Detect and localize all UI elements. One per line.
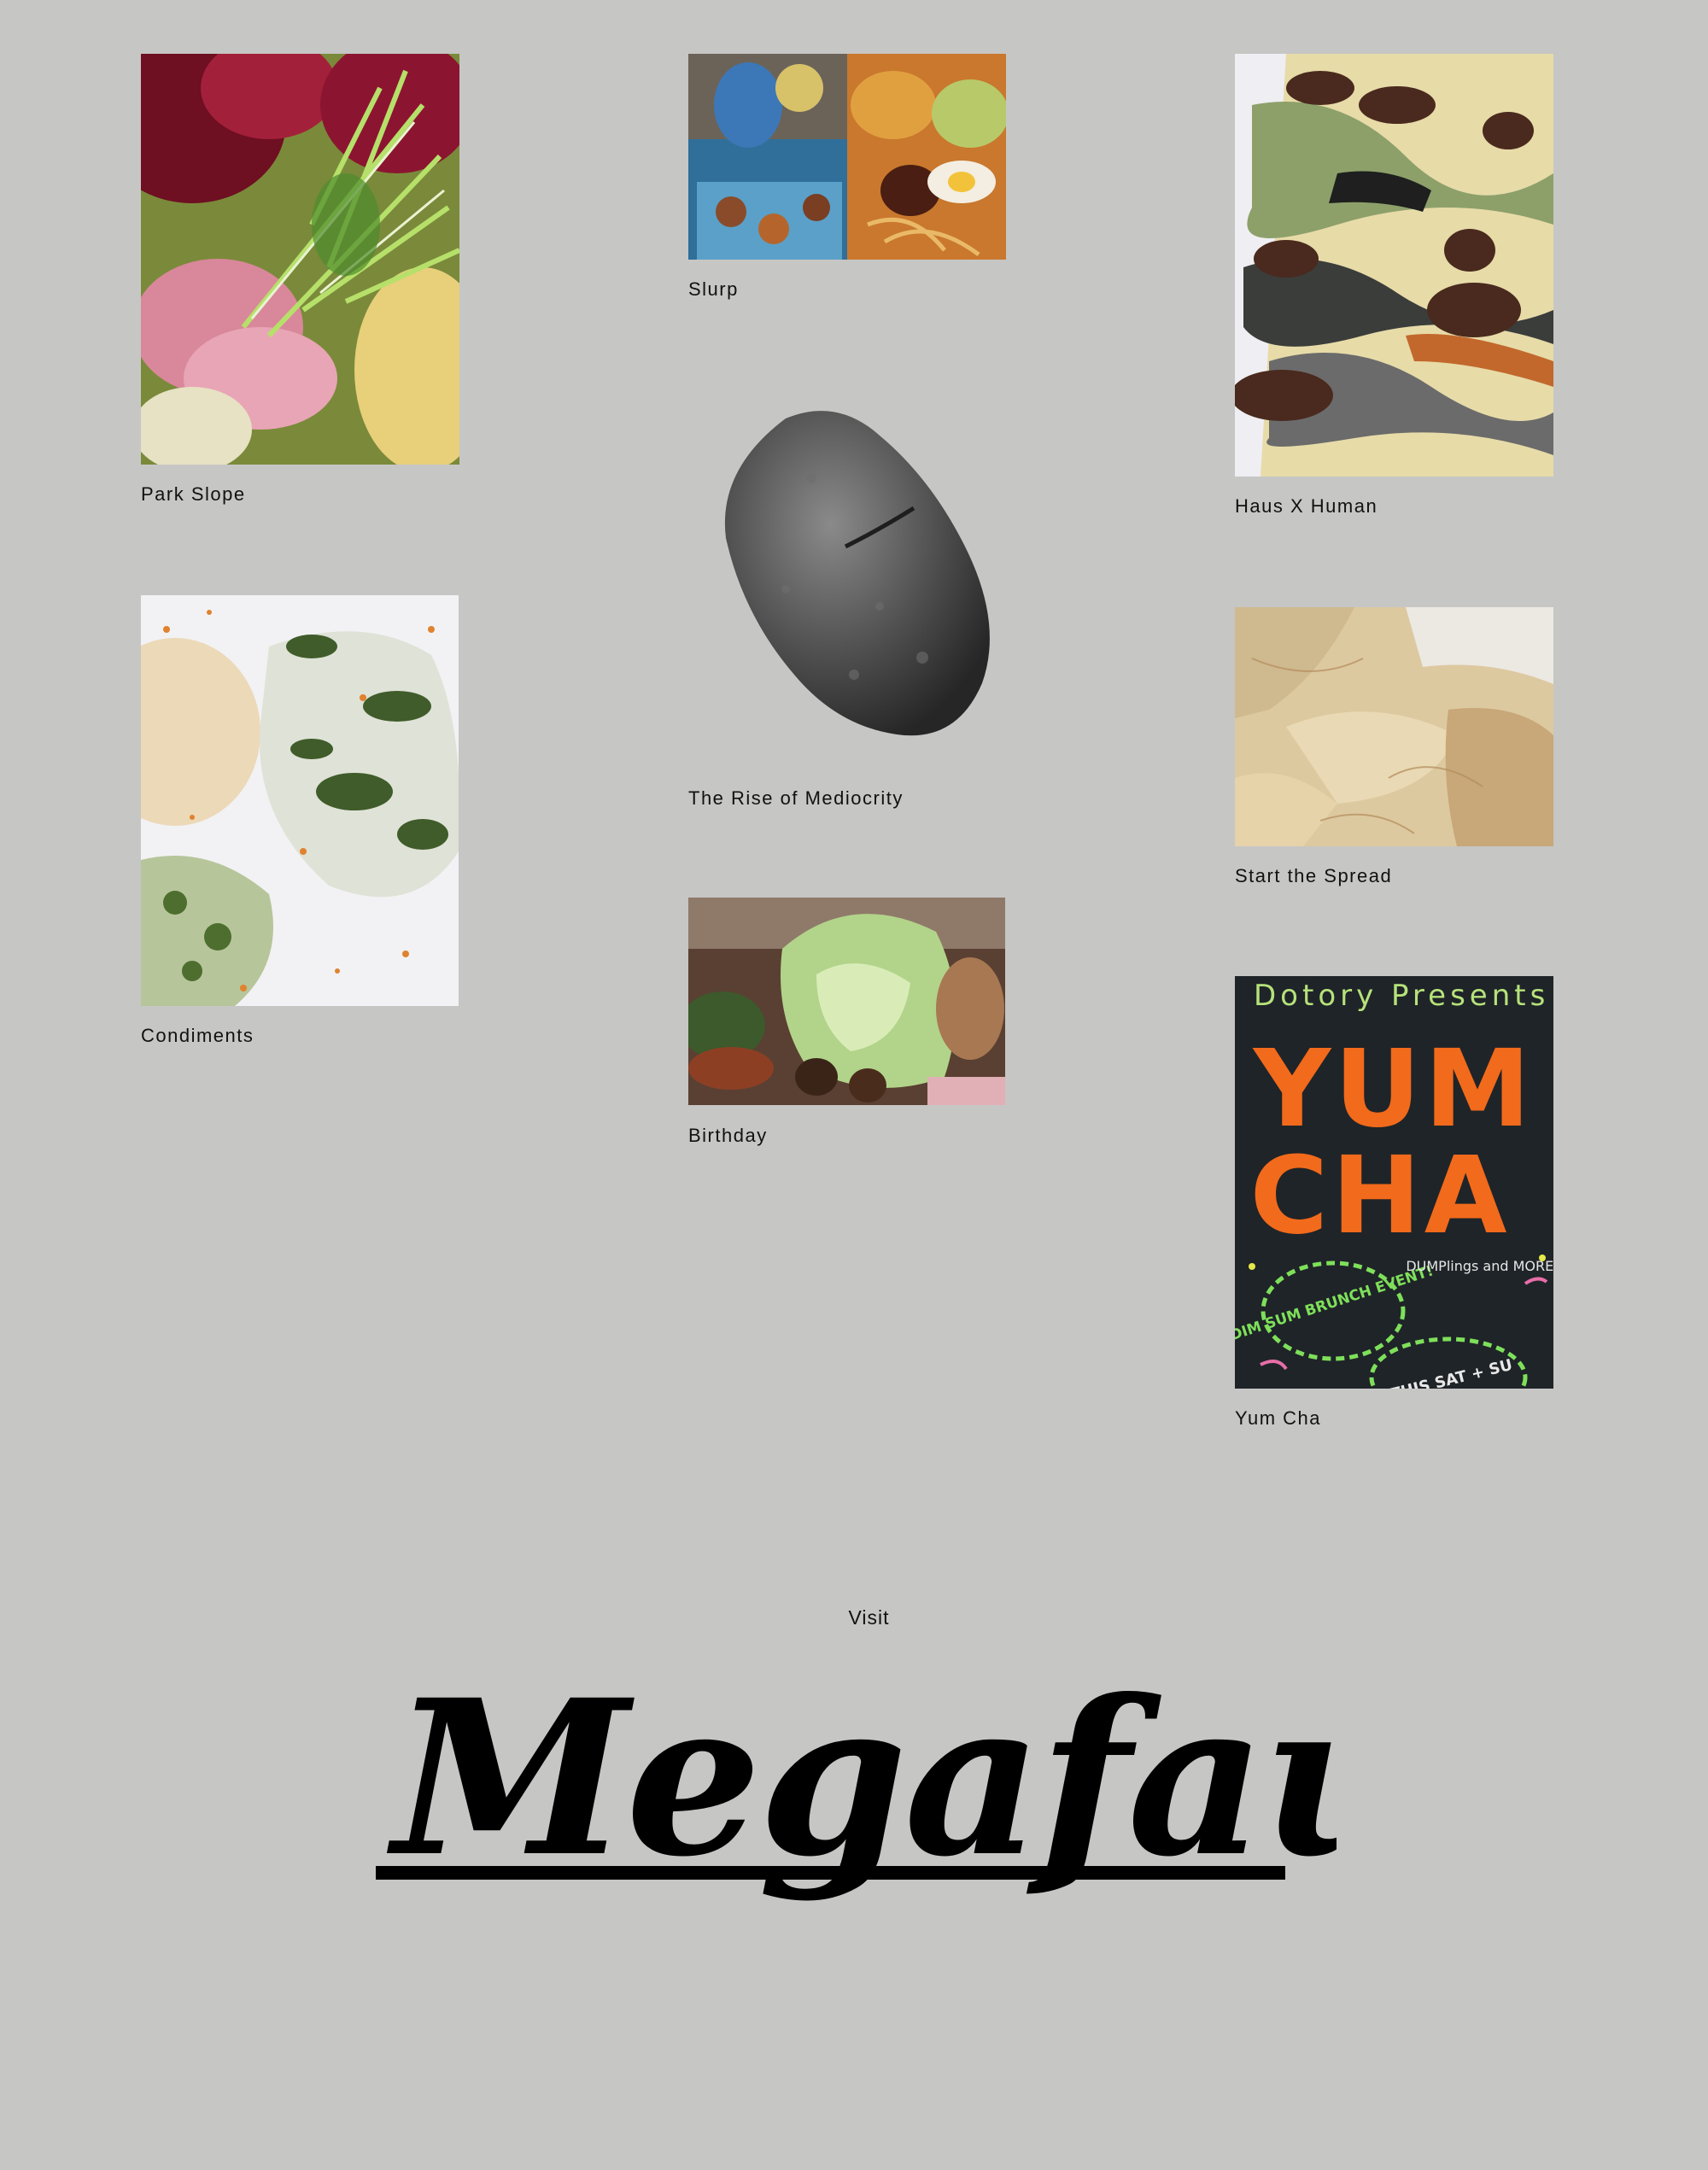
megafauna-wordmark[interactable]: Megafauna [376,1652,1705,1934]
poster-note: DUMPlings and MORE! [1406,1258,1553,1274]
project-image[interactable] [1235,607,1553,846]
project-title[interactable]: Condiments [141,1025,254,1047]
project-image[interactable] [688,898,1005,1105]
project-title[interactable]: Birthday [688,1125,768,1147]
wordmark-text: Megafauna [386,1652,1337,1904]
project-image[interactable] [141,54,459,465]
project-title[interactable]: Haus X Human [1235,495,1378,518]
project-title[interactable]: Start the Spread [1235,865,1392,887]
visit-label: Visit [848,1606,890,1629]
poster-line2: YUM [1252,1027,1534,1151]
poster-line3: CHA [1249,1134,1510,1258]
project-image[interactable] [1235,54,1553,477]
project-image[interactable] [688,54,1006,260]
project-title[interactable]: Park Slope [141,483,246,506]
project-title[interactable]: The Rise of Mediocrity [688,787,904,810]
project-image[interactable] [709,401,999,743]
project-title[interactable]: Yum Cha [1235,1407,1321,1430]
poster-line1: Dotory Presents [1254,979,1549,1013]
project-image[interactable] [141,595,459,1006]
project-image[interactable]: Dotory Presents YUM CHA DIM SUM BRUNCH E… [1235,976,1553,1389]
project-title[interactable]: Slurp [688,278,739,301]
wordmark-underline [376,1866,1285,1880]
